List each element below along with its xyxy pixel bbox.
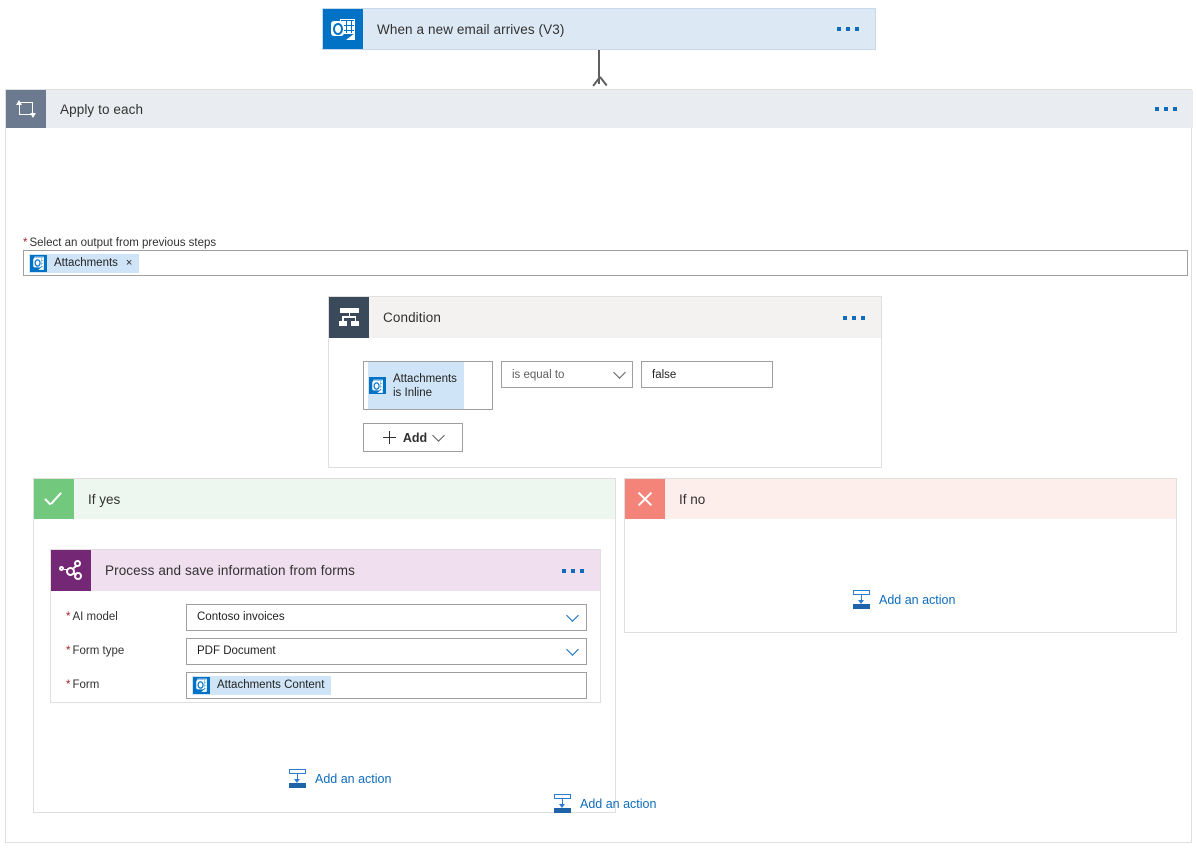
condition-title: Condition — [369, 310, 843, 325]
loop-icon — [6, 90, 46, 128]
token-label: Attachments Content — [217, 679, 324, 691]
action-card-process-and-save-information-from-forms[interactable]: Process and save information from forms … — [50, 549, 601, 703]
ai-model-dropdown[interactable]: Contoso invoices — [186, 604, 587, 631]
required-marker: * — [23, 237, 27, 249]
ai-action-title: Process and save information from forms — [91, 563, 562, 578]
add-an-action-label: Add an action — [315, 772, 391, 786]
down-arrow-connector — [592, 50, 606, 90]
condition-card-header: Condition — [329, 297, 881, 338]
token-attachments-content[interactable]: Attachments Content — [192, 676, 331, 695]
ai-action-header: Process and save information from forms — [51, 550, 600, 591]
form-input[interactable]: Attachments Content — [186, 672, 587, 699]
token-remove-icon[interactable]: × — [126, 257, 132, 269]
condition-icon — [329, 297, 369, 338]
checkmark-icon — [34, 479, 74, 519]
field-label-ai-model: *AI model — [51, 611, 186, 623]
condition-value-input[interactable]: false — [641, 361, 773, 388]
outlook-icon — [369, 377, 386, 394]
branch-if-no-label: If no — [665, 492, 705, 507]
chevron-down-icon — [566, 643, 579, 656]
loop-output-input[interactable]: Attachments × — [23, 250, 1188, 276]
apply-to-each-more-commands-button[interactable] — [1155, 107, 1193, 111]
ai-builder-icon — [51, 550, 91, 591]
condition-add-button[interactable]: Add — [363, 423, 463, 452]
field-label-form: *Form — [51, 679, 186, 691]
condition-operator-value: is equal to — [512, 369, 564, 381]
flow-designer-canvas: When a new email arrives (V3) Apply to e… — [0, 0, 1197, 848]
trigger-card-header: When a new email arrives (V3) — [323, 9, 875, 49]
branch-if-no: If no Add an action — [624, 478, 1177, 633]
branch-if-yes-label: If yes — [74, 492, 120, 507]
branch-if-yes: If yes Process and save information from… — [33, 478, 616, 813]
form-type-value: PDF Document — [197, 645, 276, 657]
required-marker: * — [66, 645, 70, 657]
loop-field-label: *Select an output from previous steps — [23, 237, 216, 249]
chevron-down-icon — [566, 609, 579, 622]
condition-card[interactable]: Condition Attachments is Inline is equal… — [328, 296, 882, 468]
field-label-text: Form type — [72, 645, 124, 657]
outlook-icon — [323, 9, 363, 49]
add-an-action-label: Add an action — [879, 593, 955, 607]
add-an-action-button-if-no[interactable]: Add an action — [853, 590, 955, 609]
plus-icon — [383, 431, 396, 444]
token-label: Attachments — [54, 257, 118, 269]
field-label-text: Form — [72, 679, 99, 691]
outlook-icon — [193, 677, 210, 694]
insert-step-icon — [289, 769, 306, 788]
condition-operator-dropdown[interactable]: is equal to — [501, 361, 633, 388]
branch-if-yes-header: If yes — [34, 479, 615, 519]
required-marker: * — [66, 611, 70, 623]
insert-step-icon — [554, 794, 571, 813]
branch-if-no-header: If no — [625, 479, 1176, 519]
chevron-down-icon — [432, 429, 445, 442]
token-attachments[interactable]: Attachments × — [29, 254, 139, 273]
field-row-form: *Form Attachments Content — [51, 668, 602, 702]
trigger-more-commands-button[interactable] — [837, 27, 875, 31]
condition-operand-input[interactable]: Attachments is Inline — [363, 361, 493, 410]
ai-action-more-commands-button[interactable] — [562, 569, 600, 573]
add-an-action-button-if-yes[interactable]: Add an action — [289, 769, 391, 788]
close-icon — [625, 479, 665, 519]
field-label-text: AI model — [72, 611, 117, 623]
trigger-card-when-a-new-email-arrives[interactable]: When a new email arrives (V3) — [322, 8, 876, 50]
field-label-form-type: *Form type — [51, 645, 186, 657]
condition-add-label: Add — [403, 431, 427, 445]
condition-row: Attachments is Inline is equal to false — [363, 361, 773, 410]
condition-more-commands-button[interactable] — [843, 316, 881, 320]
add-an-action-label: Add an action — [580, 797, 656, 811]
ai-model-value: Contoso invoices — [197, 611, 285, 623]
token-label-line2: is Inline — [393, 386, 457, 400]
apply-to-each-scope: Apply to each *Select an output from pre… — [5, 89, 1192, 843]
apply-to-each-title: Apply to each — [46, 102, 1155, 117]
form-type-dropdown[interactable]: PDF Document — [186, 638, 587, 665]
add-an-action-button-loop[interactable]: Add an action — [554, 794, 656, 813]
trigger-title: When a new email arrives (V3) — [363, 22, 837, 37]
token-label-line1: Attachments — [393, 372, 457, 386]
outlook-icon — [30, 255, 47, 272]
chevron-down-icon — [613, 366, 626, 379]
apply-to-each-header[interactable]: Apply to each — [6, 90, 1193, 128]
insert-step-icon — [853, 590, 870, 609]
loop-field-label-text: Select an output from previous steps — [29, 237, 216, 249]
field-row-form-type: *Form type PDF Document — [51, 634, 602, 668]
field-row-ai-model: *AI model Contoso invoices — [51, 600, 602, 634]
required-marker: * — [66, 679, 70, 691]
token-attachments-is-inline[interactable]: Attachments is Inline — [368, 362, 464, 409]
